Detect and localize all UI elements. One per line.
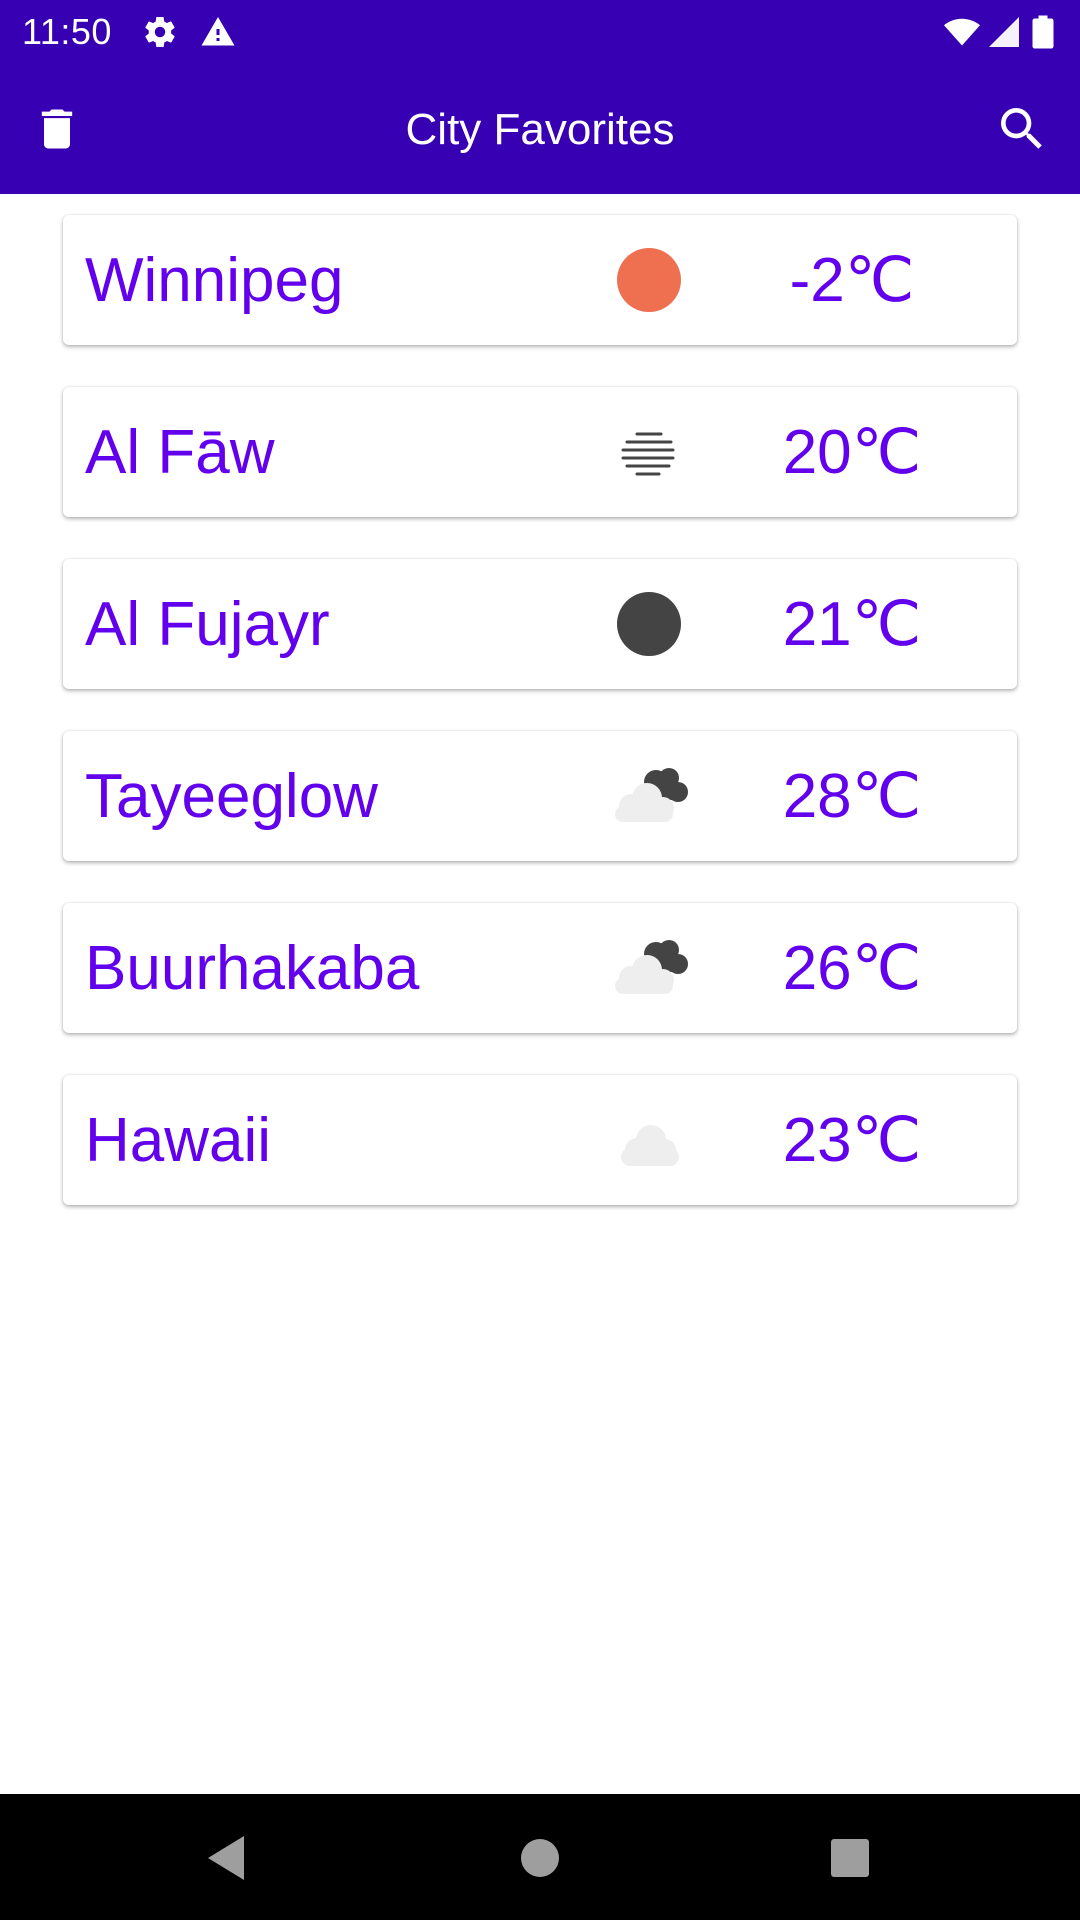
- page-title: City Favorites: [405, 105, 675, 154]
- city-name: Buurhakaba: [85, 934, 420, 1003]
- system-nav-bar: [0, 1794, 1080, 1920]
- recents-button[interactable]: [818, 1826, 882, 1890]
- city-name: Al Fāw: [85, 418, 275, 487]
- clear-night-icon: [617, 592, 681, 656]
- gear-icon: [145, 17, 175, 48]
- city-temperature: 20℃: [782, 418, 922, 487]
- cloud-icon: [621, 1125, 679, 1166]
- city-card-winnipeg[interactable]: Winnipeg -2℃: [63, 215, 1017, 345]
- wifi-icon: [944, 18, 980, 46]
- city-name: Tayeeglow: [85, 762, 378, 831]
- app-toolbar: City Favorites: [0, 64, 1080, 194]
- city-temperature: 21℃: [782, 590, 922, 659]
- home-icon: [521, 1839, 559, 1877]
- battery-icon: [1032, 15, 1054, 49]
- back-button[interactable]: [194, 1826, 258, 1890]
- broken-clouds-icon: [615, 940, 688, 994]
- recents-icon: [831, 1839, 869, 1877]
- city-card-hawaii[interactable]: Hawaii 23℃: [63, 1075, 1017, 1205]
- city-card-al-faw[interactable]: Al Fāw 20℃: [63, 387, 1017, 517]
- city-card-al-fujayr[interactable]: Al Fujayr 21℃: [63, 559, 1017, 689]
- status-time: 11:50: [22, 11, 112, 52]
- back-icon: [208, 1836, 244, 1880]
- city-temperature: 26℃: [782, 934, 922, 1003]
- city-name: Winnipeg: [85, 246, 344, 315]
- city-temperature: -2℃: [789, 246, 915, 315]
- city-name: Al Fujayr: [85, 590, 330, 659]
- city-card-buurhakaba[interactable]: Buurhakaba 26℃: [63, 903, 1017, 1033]
- warning-icon: [201, 17, 235, 46]
- haze-icon: [621, 432, 675, 476]
- city-name: Hawaii: [85, 1106, 272, 1175]
- broken-clouds-icon: [615, 768, 688, 822]
- cell-signal-icon: [989, 17, 1019, 47]
- search-button[interactable]: [990, 97, 1054, 161]
- city-temperature: 23℃: [782, 1106, 922, 1175]
- home-button[interactable]: [508, 1826, 572, 1890]
- city-card-tayeeglow[interactable]: Tayeeglow 28℃: [63, 731, 1017, 861]
- search-icon: [1001, 108, 1042, 149]
- status-bar: 11:50: [0, 0, 1080, 64]
- sun-icon: [617, 248, 681, 312]
- city-temperature: 28℃: [782, 762, 922, 831]
